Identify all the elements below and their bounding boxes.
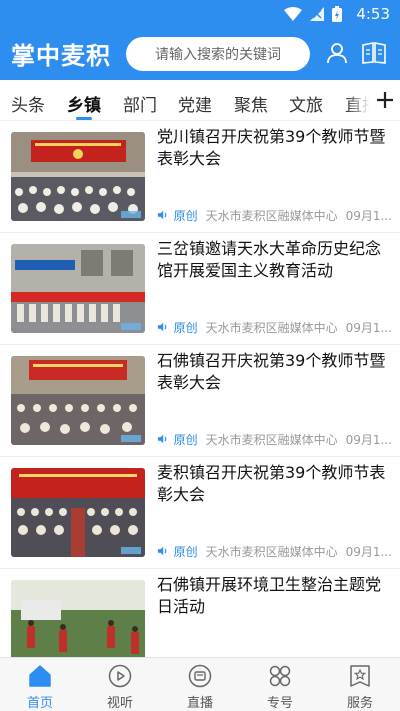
news-item[interactable]: 三岔镇邀请天水大革命历史纪念馆开展爱国主义教育活动 原创 天水市麦积区融媒体中心… (0, 233, 400, 345)
news-meta: 原创 天水市麦积区融媒体中心 09月1... (157, 543, 392, 559)
play-icon (108, 664, 132, 688)
news-title: 石佛镇开展环境卫生整治主题党日活动 (157, 575, 382, 616)
speaker-icon[interactable] (157, 545, 168, 557)
nav-video-label: 视听 (106, 696, 133, 711)
news-thumbnail (11, 244, 145, 333)
speaker-icon[interactable] (157, 433, 168, 445)
book-icon[interactable] (361, 41, 387, 65)
news-source: 天水市麦积区融媒体中心 (205, 432, 338, 447)
original-tag: 原创 (173, 208, 198, 223)
news-meta: 原创 天水市麦积区融媒体中心 09月1... (157, 207, 392, 223)
nav-live-label: 直播 (186, 696, 213, 711)
bottom-nav: 首页 视听 直播 专号 服务 (0, 657, 400, 711)
original-tag: 原创 (173, 432, 198, 447)
status-icons (284, 6, 342, 22)
news-item[interactable]: 党川镇召开庆祝第39个教师节暨表彰大会 原创 天水市麦积区融媒体中心 09月1.… (0, 121, 400, 233)
star-box-icon (350, 665, 370, 687)
news-title: 党川镇召开庆祝第39个教师节暨表彰大会 (157, 127, 386, 168)
news-item[interactable]: 石佛镇召开庆祝第39个教师节暨表彰大会 原创 天水市麦积区融媒体中心 09月1.… (0, 345, 400, 457)
tab-bumen[interactable]: 部门 (123, 91, 157, 116)
news-source: 天水市麦积区融媒体中心 (205, 208, 338, 223)
tab-xiangzhen[interactable]: 乡镇 (67, 91, 101, 116)
app-title: 掌中麦积 (11, 41, 111, 70)
tab-dangjian[interactable]: 党建 (178, 91, 212, 116)
tab-wenlv[interactable]: 文旅 (289, 91, 323, 116)
news-thumbnail (11, 580, 145, 657)
original-tag: 原创 (173, 544, 198, 559)
tv-icon (188, 664, 212, 688)
battery-icon (332, 6, 342, 22)
status-bar: 4:53 (0, 0, 400, 28)
nav-accounts-label: 专号 (266, 696, 293, 711)
speaker-icon[interactable] (157, 209, 168, 221)
nav-service-label: 服务 (346, 696, 373, 711)
status-time: 4:53 (356, 5, 390, 23)
wifi-icon (284, 7, 302, 21)
news-title: 石佛镇召开庆祝第39个教师节暨表彰大会 (157, 351, 386, 392)
news-date: 09月1... (345, 432, 392, 447)
news-source: 天水市麦积区融媒体中心 (205, 544, 338, 559)
signal-icon (310, 7, 324, 21)
original-tag: 原创 (173, 320, 198, 335)
search-input[interactable]: 请输入搜索的关键词 (126, 37, 310, 71)
grid-circles-icon (269, 665, 291, 687)
news-thumbnail (11, 356, 145, 445)
user-icon[interactable] (325, 41, 349, 65)
news-item[interactable]: 麦积镇召开庆祝第39个教师节表彰大会 原创 天水市麦积区融媒体中心 09月1..… (0, 457, 400, 569)
news-meta: 原创 天水市麦积区融媒体中心 09月1... (157, 319, 392, 335)
news-date: 09月1... (345, 544, 392, 559)
news-meta: 原创 天水市麦积区融媒体中心 09月1... (157, 431, 392, 447)
speaker-icon[interactable] (157, 321, 168, 333)
category-tabs: 头条 乡镇 部门 党建 聚焦 文旅 直播 (0, 80, 400, 121)
news-date: 09月1... (345, 208, 392, 223)
news-source: 天水市麦积区融媒体中心 (205, 320, 338, 335)
home-icon (29, 665, 51, 687)
header: 4:53 掌中麦积 请输入搜索的关键词 (0, 0, 400, 80)
news-thumbnail (11, 132, 145, 221)
nav-service[interactable]: 服务 (320, 658, 400, 711)
nav-video[interactable]: 视听 (80, 658, 160, 711)
news-date: 09月1... (345, 320, 392, 335)
nav-home-label: 首页 (26, 696, 53, 711)
tab-jujiao[interactable]: 聚焦 (234, 91, 268, 116)
active-tab-indicator (76, 117, 92, 120)
nav-live[interactable]: 直播 (160, 658, 240, 711)
tab-toutiao[interactable]: 头条 (11, 91, 45, 116)
plus-icon (377, 92, 393, 108)
nav-home[interactable]: 首页 (0, 658, 80, 711)
news-list: 党川镇召开庆祝第39个教师节暨表彰大会 原创 天水市麦积区融媒体中心 09月1.… (0, 121, 400, 657)
news-title: 三岔镇邀请天水大革命历史纪念馆开展爱国主义教育活动 (157, 239, 382, 280)
news-thumbnail (11, 468, 145, 557)
nav-accounts[interactable]: 专号 (240, 658, 320, 711)
tab-fade (346, 80, 370, 120)
news-title: 麦积镇召开庆祝第39个教师节表彰大会 (157, 463, 386, 504)
news-item[interactable]: 石佛镇开展环境卫生整治主题党日活动 (0, 569, 400, 657)
add-channel-button[interactable] (370, 80, 400, 120)
app-bar: 掌中麦积 请输入搜索的关键词 (0, 34, 400, 74)
